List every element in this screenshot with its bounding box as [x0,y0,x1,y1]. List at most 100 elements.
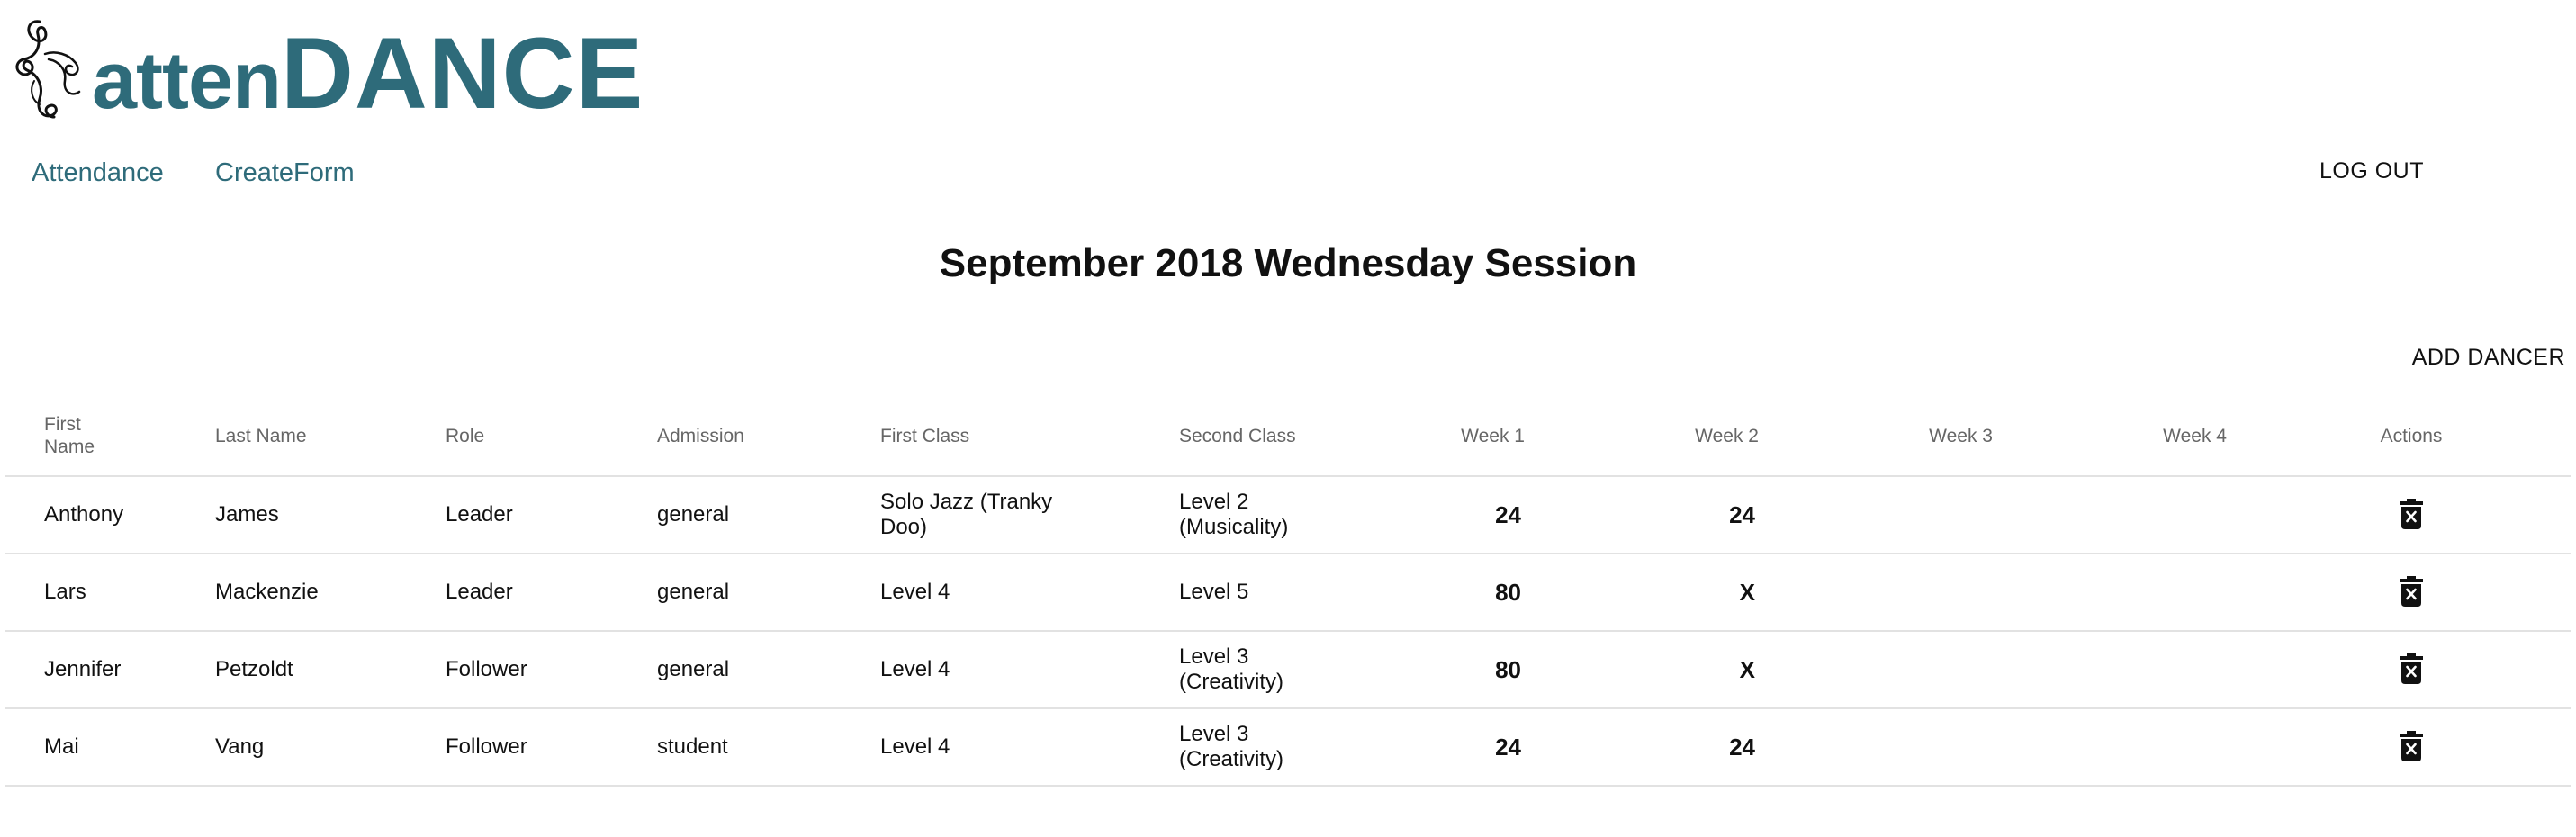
cell-week2[interactable]: 24 [1550,708,1784,787]
cell-second-class: Level 3 (Creativity) [1140,708,1347,787]
attendance-table-container: First Name Last Name Role Admission Firs… [5,396,2571,787]
cell-week3[interactable] [1784,554,2018,632]
cell-last-name: Mackenzie [176,554,407,632]
cell-week2[interactable]: 24 [1550,476,1784,554]
table-row: Anthony James Leader general Solo Jazz (… [5,476,2571,554]
cell-first-class: Level 4 [842,631,1140,709]
cell-week3-value [1989,734,2018,760]
cell-admission: general [618,476,842,554]
column-header-role: Role [407,396,618,477]
cell-week3[interactable] [1784,708,2018,787]
page-title: September 2018 Wednesday Session [939,241,1637,285]
cell-week3-value [1989,656,2018,683]
cell-actions [2252,554,2571,632]
column-header-week3: Week 3 [1784,396,2018,477]
delete-dancer-button[interactable] [2393,572,2429,611]
delete-dancer-button[interactable] [2393,726,2429,766]
cell-week4[interactable] [2018,554,2252,632]
cell-week1[interactable]: 80 [1347,554,1550,632]
cell-week1-value: 80 [1495,579,1521,606]
cell-last-name: Petzoldt [176,631,407,709]
cell-last-name: James [176,476,407,554]
cell-admission: general [618,554,842,632]
cell-second-class-text: Level 3 (Creativity) [1179,644,1284,694]
delete-forever-icon [2400,653,2423,684]
cell-week3[interactable] [1784,631,2018,709]
cell-second-class: Level 2 (Musicality) [1140,476,1347,554]
column-header-week2-label: Week 2 [1695,425,1759,446]
column-header-week3-label: Week 3 [1929,425,1993,446]
cell-first-class: Level 4 [842,708,1140,787]
cell-first-name: Lars [5,554,176,632]
cell-week3-value [1989,501,2018,528]
cell-second-class-text: Level 5 [1179,580,1249,604]
cell-role: Follower [407,708,618,787]
cell-week1[interactable]: 80 [1347,631,1550,709]
cell-admission: general [618,631,842,709]
logo-wordmark: atten DANCE [92,23,644,124]
cell-week2-value: X [1739,579,1755,606]
cell-actions [2252,631,2571,709]
add-dancer-button[interactable]: ADD DANCER [2394,339,2565,375]
cell-admission: student [618,708,842,787]
cell-first-class-text: Solo Jazz (Tranky Doo) [880,490,1053,539]
dancer-swirl-logo-icon [15,20,81,119]
delete-dancer-button[interactable] [2393,649,2429,688]
cell-first-class: Solo Jazz (Tranky Doo) [842,476,1140,554]
cell-first-name: Jennifer [5,631,176,709]
table-row: Lars Mackenzie Leader general Level 4 Le… [5,554,2571,632]
column-header-week4-label: Week 4 [2163,425,2227,446]
app-logo: atten DANCE [13,7,644,124]
table-header-row: First Name Last Name Role Admission Firs… [5,396,2571,477]
cell-role: Leader [407,476,618,554]
table-body: Anthony James Leader general Solo Jazz (… [5,476,2571,787]
column-header-week4: Week 4 [2018,396,2252,477]
cell-week1-value: 24 [1495,501,1521,528]
cell-week3[interactable] [1784,476,2018,554]
nav-link-createform[interactable]: CreateForm [215,158,355,188]
cell-first-class-text: Level 4 [880,734,950,759]
page: atten DANCE Attendance CreateForm LOG OU… [0,0,2576,837]
cell-week1-value: 80 [1495,656,1521,683]
delete-dancer-button[interactable] [2393,494,2429,534]
delete-forever-icon [2400,731,2423,761]
column-header-second-class: Second Class [1140,396,1347,477]
cell-week1[interactable]: 24 [1347,476,1550,554]
cell-second-class: Level 5 [1140,554,1347,632]
column-header-first-name-line2: Name [44,436,95,457]
table-row: Jennifer Petzoldt Follower general Level… [5,631,2571,709]
cell-first-name: Mai [5,708,176,787]
cell-week4[interactable] [2018,708,2252,787]
cell-week2[interactable]: X [1550,554,1784,632]
delete-forever-icon [2400,576,2423,607]
logo-text-atten: atten [92,36,282,126]
cell-week2[interactable]: X [1550,631,1784,709]
nav-link-attendance[interactable]: Attendance [32,158,164,188]
cell-second-class-text: Level 2 (Musicality) [1179,490,1289,539]
column-header-week1-label: Week 1 [1461,425,1525,446]
table-header: First Name Last Name Role Admission Firs… [5,396,2571,477]
cell-week4-value [2223,579,2252,606]
cell-week1[interactable]: 24 [1347,708,1550,787]
cell-week4[interactable] [2018,476,2252,554]
cell-first-class-text: Level 4 [880,657,950,681]
cell-week4-value [2223,656,2252,683]
cell-last-name: Vang [176,708,407,787]
cell-first-name: Anthony [5,476,176,554]
cell-week3-value [1989,579,2018,606]
column-header-first-class: First Class [842,396,1140,477]
cell-week4[interactable] [2018,631,2252,709]
cell-week2-value: X [1739,656,1755,683]
column-header-actions: Actions [2252,396,2571,477]
cell-week2-value: 24 [1729,734,1755,760]
logout-button[interactable]: LOG OUT [2304,153,2439,189]
column-header-week2: Week 2 [1550,396,1784,477]
column-header-admission: Admission [618,396,842,477]
cell-role: Leader [407,554,618,632]
cell-role: Follower [407,631,618,709]
cell-actions [2252,476,2571,554]
column-header-first-name: First Name [5,396,176,477]
cell-week2-value: 24 [1729,501,1755,528]
column-header-week1: Week 1 [1347,396,1550,477]
cell-actions [2252,708,2571,787]
